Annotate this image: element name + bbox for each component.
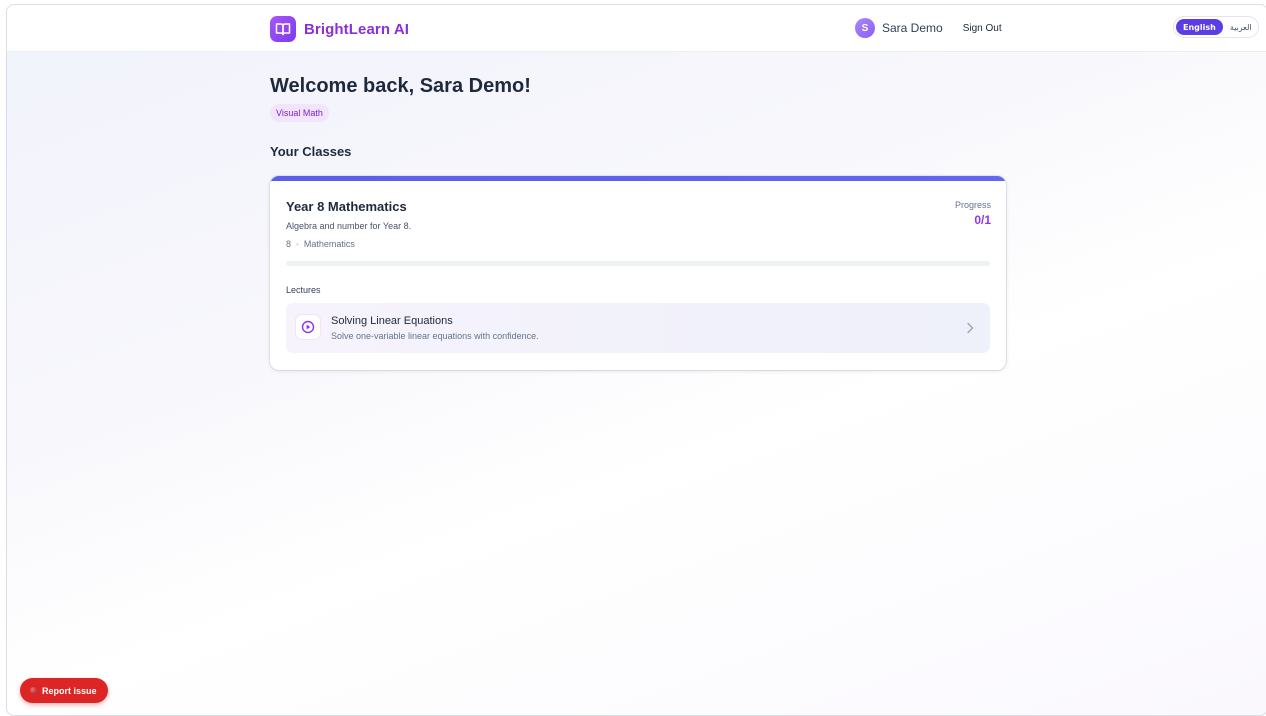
separator-dot: • bbox=[296, 239, 299, 249]
lectures-label: Lectures bbox=[286, 285, 321, 295]
bug-icon bbox=[30, 687, 37, 694]
page-title: Welcome back, Sara Demo! bbox=[270, 75, 531, 97]
book-icon bbox=[270, 16, 296, 42]
user-name: Sara Demo bbox=[882, 21, 943, 35]
user-menu: S Sara Demo Sign Out bbox=[855, 18, 1002, 38]
brand-name: BrightLearn AI bbox=[304, 20, 410, 38]
app-window: BrightLearn AI S Sara Demo Sign Out Engl… bbox=[6, 4, 1266, 716]
progress-value: 0/1 bbox=[974, 213, 991, 227]
class-description: Algebra and number for Year 8. bbox=[286, 221, 412, 231]
language-option-english[interactable]: English bbox=[1176, 19, 1223, 35]
progress-label: Progress bbox=[954, 200, 991, 210]
card-accent-bar bbox=[270, 176, 1006, 181]
lecture-item[interactable]: Solving Linear Equations Solve one-varia… bbox=[286, 303, 990, 353]
language-switcher: English العربية bbox=[1173, 16, 1259, 38]
lecture-title: Solving Linear Equations bbox=[331, 315, 453, 327]
learning-style-badge: Visual Math bbox=[270, 104, 329, 122]
lecture-description: Solve one-variable linear equations with… bbox=[331, 331, 539, 341]
report-issue-label: Report issue bbox=[42, 685, 97, 696]
top-navigation-bar: BrightLearn AI S Sara Demo Sign Out Engl… bbox=[7, 5, 1266, 52]
chevron-right-icon bbox=[966, 321, 974, 339]
class-card: Year 8 Mathematics Algebra and number fo… bbox=[270, 176, 1006, 370]
avatar[interactable]: S bbox=[855, 18, 875, 38]
class-meta: 8 • Mathematics bbox=[286, 239, 355, 249]
language-option-arabic[interactable]: العربية bbox=[1223, 19, 1259, 35]
play-circle-icon bbox=[296, 315, 320, 339]
class-grade: 8 bbox=[286, 239, 292, 249]
brand[interactable]: BrightLearn AI bbox=[270, 16, 409, 42]
class-subject: Mathematics bbox=[303, 239, 355, 249]
progress-bar bbox=[286, 261, 990, 266]
class-title: Year 8 Mathematics bbox=[286, 199, 407, 214]
sign-out-button[interactable]: Sign Out bbox=[963, 23, 1002, 34]
report-issue-button[interactable]: Report issue bbox=[20, 678, 108, 703]
section-title-your-classes: Your Classes bbox=[270, 144, 352, 159]
